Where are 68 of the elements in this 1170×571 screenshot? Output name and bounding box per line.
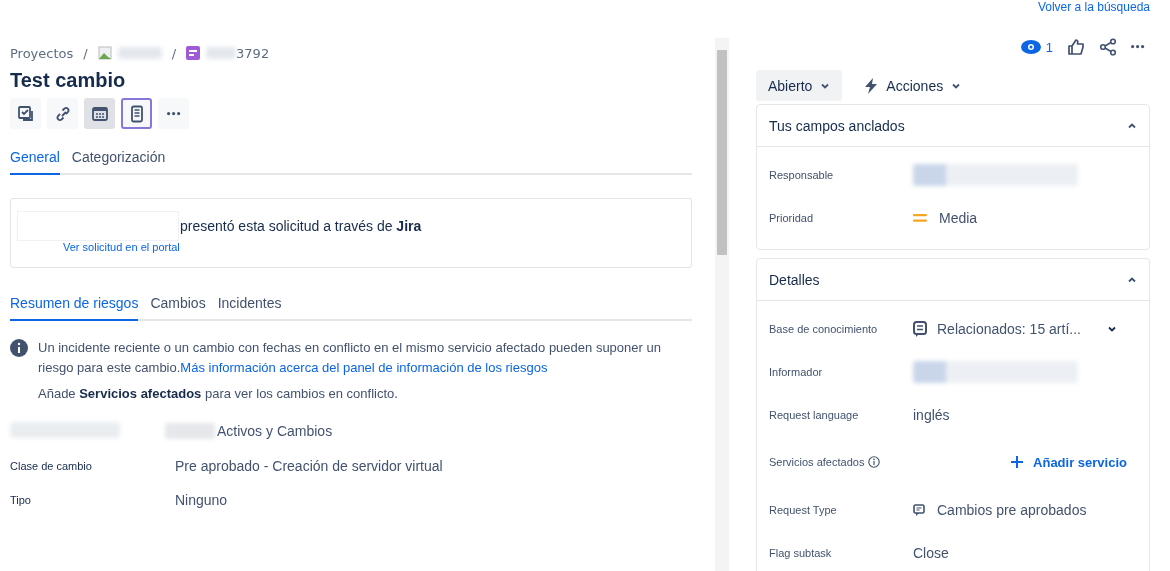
field-value: Cambios pre aprobados [937,501,1087,518]
eye-icon [1020,40,1041,54]
plus-icon [1011,456,1024,468]
more-button[interactable] [1131,45,1145,49]
field-value: Activos y Cambios [217,423,333,439]
redacted-block [165,423,215,439]
field-label: Base de conocimiento [769,322,878,335]
redacted-block [117,47,162,59]
field-label: Flag subtask [769,546,832,559]
stacked-squares-icon [16,104,35,123]
risk-info-text: Un incidente reciente o un cambio con fechas en conflicto en el mismo servicio afectado pueden suponer un riesgo para este cambio.Más información acerca del panel de información de los riesgos [38,339,662,377]
request-type-icon [913,503,925,516]
info-icon [10,339,28,357]
link-icon [53,104,72,123]
tab[interactable]: Resumen de riesgos [10,295,139,321]
watchers-button[interactable]: 1 [1020,39,1053,55]
issue-type-icon [186,46,201,60]
panel-title: Detalles [769,271,820,288]
knowledge-dropdown[interactable]: Relacionados: 15 artí... [913,320,1117,337]
field-value: Close [913,544,949,561]
info-icon [868,456,881,468]
stacked-squares-button[interactable] [10,98,41,129]
redacted-block [206,47,237,59]
broken-image-icon [97,46,112,60]
field-label: Request Type [769,503,837,516]
field-value: Ninguno [175,492,228,508]
share-button[interactable] [1099,38,1117,56]
field-label: Clase de cambio [10,460,92,472]
field-value: inglés [913,406,950,423]
field-value: Pre aprobado - Creación de servidor virtual [175,458,443,474]
issue-title: Test cambio [10,69,127,92]
article-icon [913,320,927,337]
field-label: Responsable [769,168,834,181]
tab[interactable]: Categorización [71,149,166,175]
priority-medium-icon [913,212,927,223]
back-to-search-link[interactable]: Volver a la búsqueda [1037,0,1150,14]
tab[interactable]: Cambios [150,295,206,321]
status-dropdown[interactable]: Abierto [756,70,843,101]
lightning-icon [864,77,879,94]
actions-dropdown[interactable]: Acciones [852,70,974,101]
breadcrumb-separator: / [83,45,88,61]
breadcrumb-separator: / [171,45,177,61]
breadcrumb-link[interactable]: Proyectos [10,45,74,61]
calendar-button[interactable] [84,98,115,129]
portal-link[interactable]: Ver solicitud en el portal [63,241,685,253]
calendar-icon [90,104,109,123]
hint-text: Añade Servicios afectados para ver los cambios en conflicto. [38,385,399,403]
field-label: Tipo [10,494,31,506]
link-button[interactable] [47,98,78,129]
field-value: Media [939,209,978,226]
share-icon [1099,38,1117,56]
request-text: presentó esta solicitud a través de Jira [180,218,422,234]
thumbs-up-icon [1067,38,1085,56]
more-icon [166,111,181,116]
field-label: Prioridad [769,211,814,224]
document-button[interactable] [121,98,152,129]
info-link[interactable]: Más información acerca del panel de información de los riesgos [180,360,548,375]
panel-title: Tus campos anclados [769,117,905,134]
tab[interactable]: General [10,149,60,175]
field-label: Informador [769,365,823,378]
like-button[interactable] [1067,38,1085,56]
field-label: Request language [769,408,859,421]
scrollbar-thumb[interactable] [717,50,727,255]
field-label: Servicios afectados [769,456,865,468]
tab[interactable]: Incidentes [217,295,282,321]
more-icon [1131,45,1145,49]
breadcrumb-link[interactable]: 3792 [236,45,270,61]
add-service-button[interactable]: Añadir servicio [1011,454,1137,470]
